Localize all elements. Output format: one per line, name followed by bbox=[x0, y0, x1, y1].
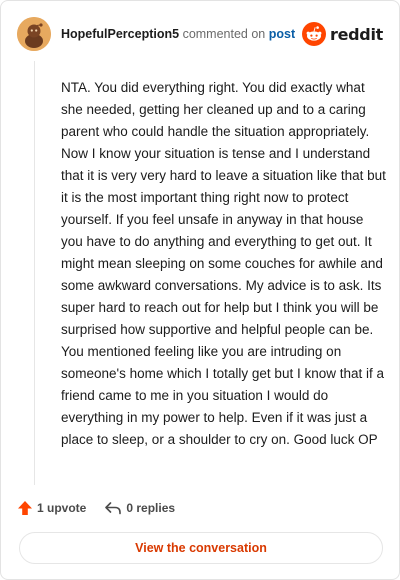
comment-card: HopefulPerception5 commented on post red… bbox=[0, 0, 400, 580]
comment-meta: HopefulPerception5 commented on post bbox=[61, 26, 295, 42]
reddit-logo[interactable]: reddit bbox=[302, 22, 383, 46]
upvote-count: 1 upvote bbox=[37, 501, 87, 515]
commented-on-text: commented on bbox=[182, 27, 266, 41]
replies-button[interactable]: 0 replies bbox=[104, 500, 175, 516]
upvote-button[interactable]: 1 upvote bbox=[17, 500, 86, 516]
reddit-logo-icon bbox=[302, 22, 327, 46]
reply-arrow-icon bbox=[105, 502, 122, 515]
comment-actions: 1 upvote 0 replies bbox=[17, 497, 175, 519]
snoo-avatar-icon bbox=[17, 17, 51, 51]
reddit-wordmark: reddit bbox=[330, 24, 383, 44]
post-link[interactable]: post bbox=[269, 27, 295, 41]
replies-count: 0 replies bbox=[126, 501, 176, 515]
user-avatar-icon[interactable] bbox=[17, 17, 51, 51]
thread-line bbox=[34, 61, 35, 485]
username[interactable]: HopefulPerception5 bbox=[61, 27, 179, 41]
comment-header: HopefulPerception5 commented on post red… bbox=[17, 17, 383, 51]
comment-body: NTA. You did everything right. You did e… bbox=[61, 80, 386, 447]
view-conversation-button[interactable]: View the conversation bbox=[19, 532, 383, 564]
upvote-arrow-icon bbox=[18, 501, 32, 515]
